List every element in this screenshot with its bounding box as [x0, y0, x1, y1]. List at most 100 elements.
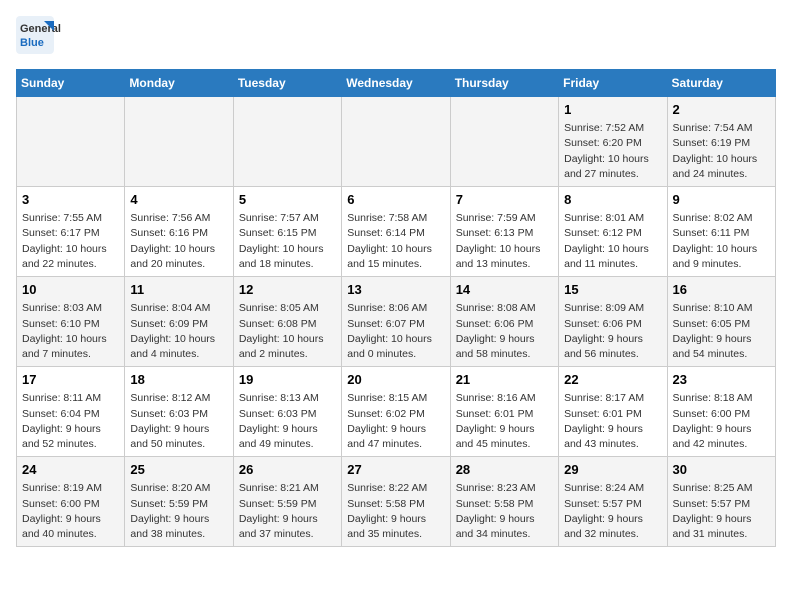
- day-info: Sunrise: 7:58 AM Sunset: 6:14 PM Dayligh…: [347, 211, 444, 272]
- day-info: Sunrise: 8:15 AM Sunset: 6:02 PM Dayligh…: [347, 391, 444, 452]
- calendar-day-cell: [233, 97, 341, 187]
- day-info: Sunrise: 8:20 AM Sunset: 5:59 PM Dayligh…: [130, 481, 227, 542]
- day-number: 10: [22, 281, 119, 299]
- day-info: Sunrise: 8:01 AM Sunset: 6:12 PM Dayligh…: [564, 211, 661, 272]
- calendar-week-row: 10 Sunrise: 8:03 AM Sunset: 6:10 PM Dayli…: [17, 277, 776, 367]
- calendar-day-cell: 26 Sunrise: 8:21 AM Sunset: 5:59 PM Dayli…: [233, 457, 341, 547]
- day-number: 16: [673, 281, 770, 299]
- day-info: Sunrise: 8:17 AM Sunset: 6:01 PM Dayligh…: [564, 391, 661, 452]
- calendar-day-cell: [125, 97, 233, 187]
- weekday-header: Monday: [125, 70, 233, 97]
- day-number: 4: [130, 191, 227, 209]
- calendar-day-cell: [342, 97, 450, 187]
- day-info: Sunrise: 8:13 AM Sunset: 6:03 PM Dayligh…: [239, 391, 336, 452]
- day-number: 29: [564, 461, 661, 479]
- calendar-day-cell: 25Sunrise: 8:20 AM Sunset: 5:59 PM Dayli…: [125, 457, 233, 547]
- day-info: Sunrise: 8:05 AM Sunset: 6:08 PM Dayligh…: [239, 301, 336, 362]
- day-info: Sunrise: 7:55 AM Sunset: 6:17 PM Dayligh…: [22, 211, 119, 272]
- calendar-day-cell: 28 Sunrise: 8:23 AM Sunset: 5:58 PM Dayli…: [450, 457, 558, 547]
- day-info: Sunrise: 8:19 AM Sunset: 6:00 PM Dayligh…: [22, 481, 119, 542]
- calendar-week-row: 1Sunrise: 7:52 AM Sunset: 6:20 PM Daylig…: [17, 97, 776, 187]
- day-number: 14: [456, 281, 553, 299]
- calendar-day-cell: [17, 97, 125, 187]
- calendar-day-cell: 29 Sunrise: 8:24 AM Sunset: 5:57 PM Dayli…: [559, 457, 667, 547]
- calendar-day-cell: 30 Sunrise: 8:25 AM Sunset: 5:57 PM Dayli…: [667, 457, 775, 547]
- day-number: 18: [130, 371, 227, 389]
- day-number: 13: [347, 281, 444, 299]
- calendar-day-cell: 17Sunrise: 8:11 AM Sunset: 6:04 PM Dayli…: [17, 367, 125, 457]
- day-info: Sunrise: 8:11 AM Sunset: 6:04 PM Dayligh…: [22, 391, 119, 452]
- day-info: Sunrise: 8:04 AM Sunset: 6:09 PM Dayligh…: [130, 301, 227, 362]
- calendar-day-cell: 11 Sunrise: 8:04 AM Sunset: 6:09 PM Dayli…: [125, 277, 233, 367]
- day-info: Sunrise: 8:24 AM Sunset: 5:57 PM Dayligh…: [564, 481, 661, 542]
- day-number: 21: [456, 371, 553, 389]
- page-header: General Blue: [16, 16, 776, 61]
- calendar-day-cell: 6Sunrise: 7:58 AM Sunset: 6:14 PM Daylig…: [342, 187, 450, 277]
- calendar-day-cell: 4Sunrise: 7:56 AM Sunset: 6:16 PM Daylig…: [125, 187, 233, 277]
- day-info: Sunrise: 8:12 AM Sunset: 6:03 PM Dayligh…: [130, 391, 227, 452]
- day-number: 23: [673, 371, 770, 389]
- day-number: 7: [456, 191, 553, 209]
- day-number: 20: [347, 371, 444, 389]
- calendar-day-cell: [450, 97, 558, 187]
- weekday-header: Wednesday: [342, 70, 450, 97]
- day-info: Sunrise: 8:08 AM Sunset: 6:06 PM Dayligh…: [456, 301, 553, 362]
- day-info: Sunrise: 8:10 AM Sunset: 6:05 PM Dayligh…: [673, 301, 770, 362]
- day-number: 26: [239, 461, 336, 479]
- calendar-day-cell: 7 Sunrise: 7:59 AM Sunset: 6:13 PM Daylig…: [450, 187, 558, 277]
- weekday-header: Tuesday: [233, 70, 341, 97]
- calendar-day-cell: 22 Sunrise: 8:17 AM Sunset: 6:01 PM Dayli…: [559, 367, 667, 457]
- day-number: 15: [564, 281, 661, 299]
- calendar-day-cell: 5Sunrise: 7:57 AM Sunset: 6:15 PM Daylig…: [233, 187, 341, 277]
- calendar-day-cell: 18 Sunrise: 8:12 AM Sunset: 6:03 PM Dayli…: [125, 367, 233, 457]
- calendar-day-cell: 21 Sunrise: 8:16 AM Sunset: 6:01 PM Dayli…: [450, 367, 558, 457]
- day-number: 2: [673, 101, 770, 119]
- day-info: Sunrise: 8:06 AM Sunset: 6:07 PM Dayligh…: [347, 301, 444, 362]
- calendar-day-cell: 12 Sunrise: 8:05 AM Sunset: 6:08 PM Dayli…: [233, 277, 341, 367]
- calendar-day-cell: 10 Sunrise: 8:03 AM Sunset: 6:10 PM Dayli…: [17, 277, 125, 367]
- calendar-day-cell: 8 Sunrise: 8:01 AM Sunset: 6:12 PM Daylig…: [559, 187, 667, 277]
- day-number: 27: [347, 461, 444, 479]
- day-info: Sunrise: 8:03 AM Sunset: 6:10 PM Dayligh…: [22, 301, 119, 362]
- day-number: 8: [564, 191, 661, 209]
- day-number: 28: [456, 461, 553, 479]
- calendar-day-cell: 9 Sunrise: 8:02 AM Sunset: 6:11 PM Daylig…: [667, 187, 775, 277]
- calendar-day-cell: 3 Sunrise: 7:55 AM Sunset: 6:17 PM Daylig…: [17, 187, 125, 277]
- calendar-day-cell: 15 Sunrise: 8:09 AM Sunset: 6:06 PM Dayli…: [559, 277, 667, 367]
- calendar-day-cell: 24 Sunrise: 8:19 AM Sunset: 6:00 PM Dayli…: [17, 457, 125, 547]
- day-info: Sunrise: 8:09 AM Sunset: 6:06 PM Dayligh…: [564, 301, 661, 362]
- day-number: 12: [239, 281, 336, 299]
- calendar-day-cell: 20 Sunrise: 8:15 AM Sunset: 6:02 PM Dayli…: [342, 367, 450, 457]
- day-number: 30: [673, 461, 770, 479]
- weekday-header: Thursday: [450, 70, 558, 97]
- calendar-day-cell: 2 Sunrise: 7:54 AM Sunset: 6:19 PM Daylig…: [667, 97, 775, 187]
- calendar-day-cell: 23Sunrise: 8:18 AM Sunset: 6:00 PM Dayli…: [667, 367, 775, 457]
- day-info: Sunrise: 7:59 AM Sunset: 6:13 PM Dayligh…: [456, 211, 553, 272]
- day-number: 3: [22, 191, 119, 209]
- day-number: 22: [564, 371, 661, 389]
- logo-svg: General Blue: [16, 16, 96, 61]
- day-info: Sunrise: 8:25 AM Sunset: 5:57 PM Dayligh…: [673, 481, 770, 542]
- calendar-day-cell: 16 Sunrise: 8:10 AM Sunset: 6:05 PM Dayli…: [667, 277, 775, 367]
- day-info: Sunrise: 8:16 AM Sunset: 6:01 PM Dayligh…: [456, 391, 553, 452]
- day-info: Sunrise: 7:54 AM Sunset: 6:19 PM Dayligh…: [673, 121, 770, 182]
- calendar-week-row: 3 Sunrise: 7:55 AM Sunset: 6:17 PM Daylig…: [17, 187, 776, 277]
- weekday-header: Friday: [559, 70, 667, 97]
- svg-text:Blue: Blue: [20, 37, 44, 49]
- calendar-day-cell: 1Sunrise: 7:52 AM Sunset: 6:20 PM Daylig…: [559, 97, 667, 187]
- calendar-week-row: 24 Sunrise: 8:19 AM Sunset: 6:00 PM Dayli…: [17, 457, 776, 547]
- calendar-day-cell: 13 Sunrise: 8:06 AM Sunset: 6:07 PM Dayli…: [342, 277, 450, 367]
- day-number: 11: [130, 281, 227, 299]
- day-number: 19: [239, 371, 336, 389]
- calendar-day-cell: 27 Sunrise: 8:22 AM Sunset: 5:58 PM Dayli…: [342, 457, 450, 547]
- weekday-header: Sunday: [17, 70, 125, 97]
- day-number: 1: [564, 101, 661, 119]
- day-number: 24: [22, 461, 119, 479]
- day-info: Sunrise: 8:22 AM Sunset: 5:58 PM Dayligh…: [347, 481, 444, 542]
- day-info: Sunrise: 8:21 AM Sunset: 5:59 PM Dayligh…: [239, 481, 336, 542]
- weekday-header: Saturday: [667, 70, 775, 97]
- day-number: 9: [673, 191, 770, 209]
- day-info: Sunrise: 8:02 AM Sunset: 6:11 PM Dayligh…: [673, 211, 770, 272]
- day-info: Sunrise: 8:23 AM Sunset: 5:58 PM Dayligh…: [456, 481, 553, 542]
- calendar-week-row: 17Sunrise: 8:11 AM Sunset: 6:04 PM Dayli…: [17, 367, 776, 457]
